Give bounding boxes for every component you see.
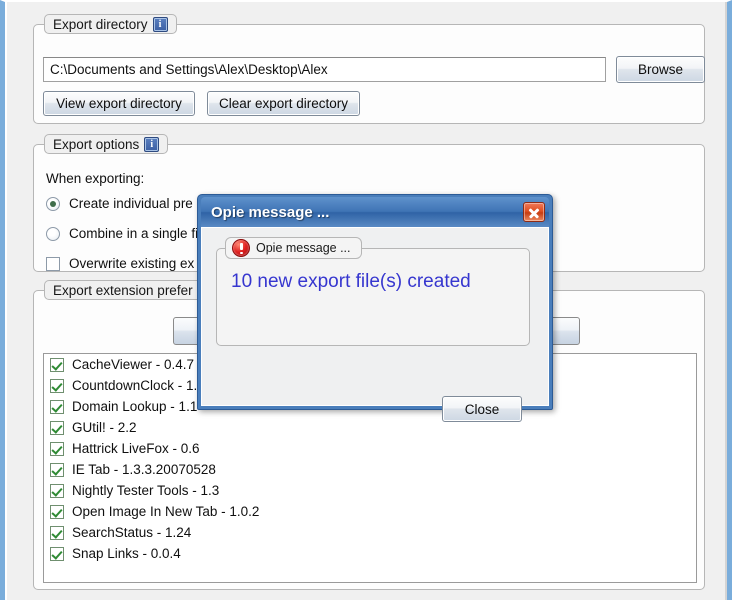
list-item-label: CountdownClock - 1. [72,378,198,393]
close-button[interactable]: Close [442,396,522,422]
extension-checkbox[interactable] [50,357,64,372]
list-item-label: GUtil! - 2.2 [72,420,137,435]
list-item-label: Nightly Tester Tools - 1.3 [72,483,220,498]
window-client-area: Export directory i C:\Documents and Sett… [5,2,727,600]
dialog-title: Opie message ... [211,203,330,221]
list-item[interactable]: Hattrick LiveFox - 0.6 [44,438,696,459]
export-directory-label: Export directory [53,16,148,32]
export-extension-legend: Export extension prefer [44,280,202,300]
export-directory-legend: Export directory i [44,14,177,34]
list-item-label: IE Tab - 1.3.3.20070528 [72,462,216,477]
radio-combine-single[interactable]: Combine in a single fi [46,226,198,241]
list-item[interactable]: GUtil! - 2.2 [44,417,696,438]
radio-create-individual[interactable]: Create individual pre [46,196,193,211]
close-button-label: Close [464,401,500,417]
clear-export-directory-label: Clear export directory [218,96,349,111]
list-item-label: Open Image In New Tab - 1.0.2 [72,504,260,519]
radio-indicator[interactable] [46,196,60,211]
list-item-label: Domain Lookup - 1.1 [72,399,198,414]
checkbox-indicator[interactable] [46,256,60,271]
view-export-directory-button[interactable]: View export directory [43,91,195,116]
extension-checkbox[interactable] [50,399,64,414]
close-icon[interactable] [523,202,545,222]
when-exporting-label: When exporting: [46,171,145,186]
extension-checkbox[interactable] [50,420,64,435]
radio-indicator[interactable] [46,226,60,241]
browse-button-label: Browse [637,62,683,77]
checkbox-overwrite-existing[interactable]: Overwrite existing ex [46,256,194,271]
export-directory-group: Export directory i C:\Documents and Sett… [33,14,705,124]
info-icon[interactable]: i [144,136,160,152]
dialog-message-text: 10 new export file(s) created [231,271,471,292]
extension-checkbox[interactable] [50,525,64,540]
extension-checkbox[interactable] [50,504,64,519]
extension-checkbox[interactable] [50,378,64,393]
browse-button[interactable]: Browse [616,56,705,83]
dialog-title-bar[interactable]: Opie message ... [201,197,549,227]
opie-message-dialog: Opie message ... Opie message ... 10 new… [197,194,553,422]
list-item-label: SearchStatus - 1.24 [72,525,192,540]
list-item[interactable]: IE Tab - 1.3.3.20070528 [44,459,696,480]
export-directory-path-value: C:\Documents and Settings\Alex\Desktop\A… [50,62,328,77]
list-item-label: Hattrick LiveFox - 0.6 [72,441,200,456]
warning-icon [232,239,250,257]
info-icon[interactable]: i [152,16,168,32]
list-item[interactable]: Open Image In New Tab - 1.0.2 [44,501,696,522]
application-window: Export directory i C:\Documents and Sett… [0,0,732,600]
list-item[interactable]: Snap Links - 0.0.4 [44,543,696,564]
extension-checkbox[interactable] [50,483,64,498]
radio-combine-single-label: Combine in a single fi [69,226,199,241]
clear-export-directory-button[interactable]: Clear export directory [207,91,360,116]
radio-create-individual-label: Create individual pre [69,196,193,211]
dialog-message-legend-label: Opie message ... [256,241,351,255]
list-item-label: CacheViewer - 0.4.7 [72,357,195,372]
list-item[interactable]: Nightly Tester Tools - 1.3 [44,480,696,501]
checkbox-overwrite-label: Overwrite existing ex [69,256,195,271]
view-export-directory-label: View export directory [56,96,182,111]
list-item[interactable]: SearchStatus - 1.24 [44,522,696,543]
dialog-message-group: Opie message ... 10 new export file(s) c… [216,237,530,346]
dialog-message-legend: Opie message ... [225,237,362,259]
extension-checkbox[interactable] [50,462,64,477]
export-directory-path-input[interactable]: C:\Documents and Settings\Alex\Desktop\A… [43,57,606,82]
export-options-label: Export options [53,136,140,152]
list-item-label: Snap Links - 0.0.4 [72,546,181,561]
extension-checkbox[interactable] [50,441,64,456]
export-options-legend: Export options i [44,134,169,154]
dialog-body: Opie message ... 10 new export file(s) c… [201,227,549,422]
extension-checkbox[interactable] [50,546,64,561]
export-extension-label: Export extension prefer [53,282,193,298]
